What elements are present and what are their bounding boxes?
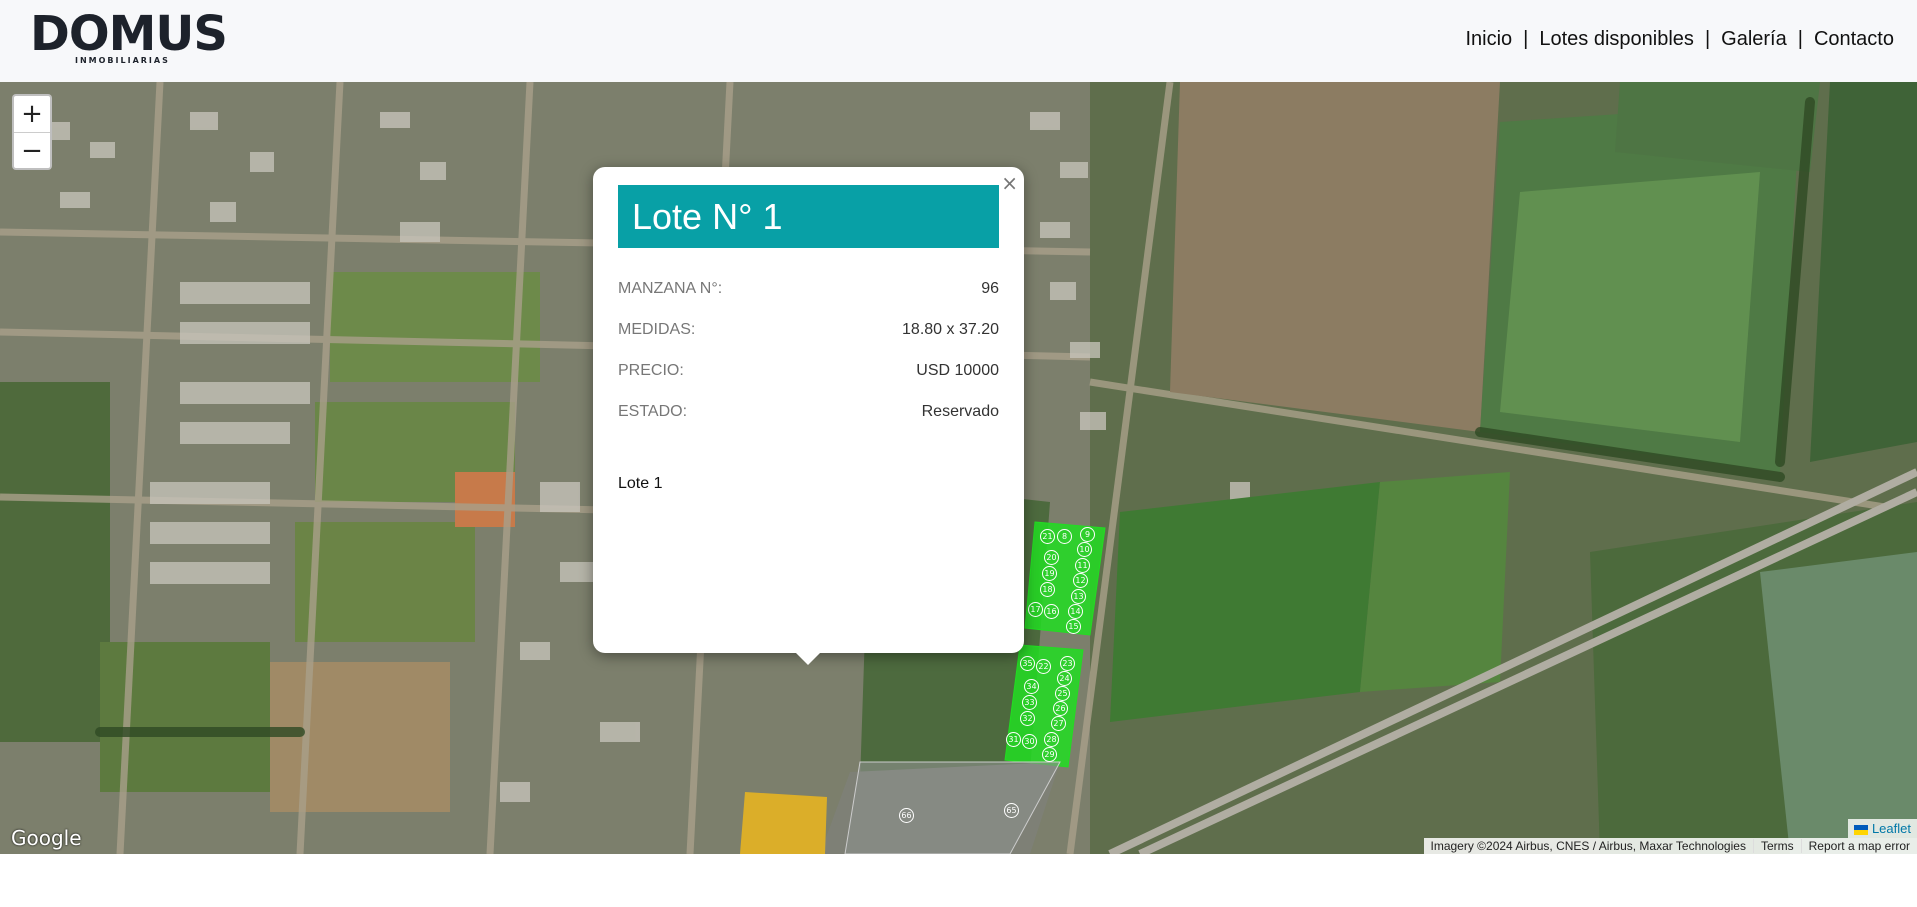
lot-badge[interactable]: 17 <box>1028 602 1043 617</box>
zoom-in-button[interactable]: + <box>14 96 50 132</box>
imagery-credit: Imagery ©2024 Airbus, CNES / Airbus, Max… <box>1430 839 1746 853</box>
terms-link[interactable]: Terms <box>1752 839 1801 853</box>
lot-badge[interactable]: 31 <box>1006 732 1021 747</box>
zoom-control: + − <box>12 94 52 170</box>
lot-badge[interactable]: 65 <box>1004 803 1019 818</box>
nav-separator: | <box>1704 28 1711 50</box>
lot-badge[interactable]: 33 <box>1022 695 1037 710</box>
popup-row-value: USD 10000 <box>916 362 999 379</box>
lot-badge[interactable]: 35 <box>1020 656 1035 671</box>
lot-badge[interactable]: 21 <box>1040 529 1055 544</box>
satellite-map[interactable]: 2 3 4 6 7 21 8 9 20 10 19 11 18 12 13 17… <box>0 82 1917 854</box>
lot-badge[interactable]: 66 <box>899 808 914 823</box>
popup-row-precio: PRECIO: USD 10000 <box>618 362 999 380</box>
lot-badge[interactable]: 32 <box>1020 711 1035 726</box>
lot-badge[interactable]: 9 <box>1080 527 1095 542</box>
popup-row-medidas: MEDIDAS: 18.80 x 37.20 <box>618 321 999 339</box>
domus-logo[interactable]: DOMUS INMOBILIARIAS <box>30 6 228 70</box>
site-header: DOMUS INMOBILIARIAS Inicio | Lotes dispo… <box>0 0 1917 82</box>
lot-badge[interactable]: 28 <box>1044 732 1059 747</box>
lot-badge[interactable]: 34 <box>1024 679 1039 694</box>
lot-badge[interactable]: 10 <box>1077 542 1092 557</box>
popup-row-label: ESTADO: <box>618 403 688 420</box>
popup-row-label: MANZANA N°: <box>618 280 723 297</box>
lot-badge[interactable]: 30 <box>1022 734 1037 749</box>
leaflet-link[interactable]: Leaflet <box>1872 821 1911 836</box>
lot-badge[interactable]: 16 <box>1044 604 1059 619</box>
nav-separator: | <box>1523 28 1529 50</box>
google-attribution: Imagery ©2024 Airbus, CNES / Airbus, Max… <box>1423 838 1917 854</box>
popup-row-label: MEDIDAS: <box>618 321 696 338</box>
popup-description: Lote 1 <box>618 475 663 492</box>
nav-inicio[interactable]: Inicio <box>1465 28 1512 51</box>
nav-separator: | <box>1797 28 1803 50</box>
lot-popup: × Lote N° 1 MANZANA N°: 96 MEDIDAS: 18.8… <box>593 167 1024 665</box>
lot-badge[interactable]: 27 <box>1051 716 1066 731</box>
lot-badge[interactable]: 20 <box>1044 550 1059 565</box>
zoom-out-button[interactable]: − <box>14 132 50 168</box>
google-logo: Google <box>11 826 82 850</box>
popup-tip <box>794 651 822 665</box>
lot-badge[interactable]: 15 <box>1066 619 1081 634</box>
report-map-error-link[interactable]: Report a map error <box>1800 839 1917 853</box>
lot-badge[interactable]: 8 <box>1057 529 1072 544</box>
popup-row-label: PRECIO: <box>618 362 684 379</box>
lot-badge[interactable]: 18 <box>1040 582 1055 597</box>
popup-title: Lote N° 1 <box>618 185 999 248</box>
lot-badge[interactable]: 26 <box>1053 701 1068 716</box>
nav-galeria[interactable]: Galería <box>1721 28 1787 51</box>
ukraine-flag-icon <box>1853 824 1868 835</box>
main-nav: Inicio | Lotes disponibles | Galería | C… <box>1465 28 1894 51</box>
popup-close-button[interactable]: × <box>1001 173 1018 193</box>
lot-badge[interactable]: 22 <box>1036 659 1051 674</box>
lot-badge[interactable]: 14 <box>1068 604 1083 619</box>
lot-badge[interactable]: 24 <box>1057 671 1072 686</box>
lot-badge[interactable]: 13 <box>1071 589 1086 604</box>
popup-row-manzana: MANZANA N°: 96 <box>618 280 999 298</box>
lot-badge[interactable]: 29 <box>1042 747 1057 762</box>
popup-row-value: 18.80 x 37.20 <box>902 321 999 338</box>
lot-badge[interactable]: 19 <box>1042 566 1057 581</box>
nav-lotes-disponibles[interactable]: Lotes disponibles <box>1539 28 1694 51</box>
popup-row-value: Reservado <box>921 403 999 420</box>
leaflet-attribution[interactable]: Leaflet <box>1847 819 1917 838</box>
nav-contacto[interactable]: Contacto <box>1814 28 1894 51</box>
popup-row-estado: ESTADO: Reservado <box>618 403 999 421</box>
lot-badge[interactable]: 11 <box>1075 558 1090 573</box>
lot-badge[interactable]: 12 <box>1073 573 1088 588</box>
lot-badge[interactable]: 23 <box>1060 656 1075 671</box>
popup-row-value: 96 <box>981 280 999 297</box>
lot-badge[interactable]: 25 <box>1055 686 1070 701</box>
logo-main-text: DOMUS <box>30 6 228 62</box>
